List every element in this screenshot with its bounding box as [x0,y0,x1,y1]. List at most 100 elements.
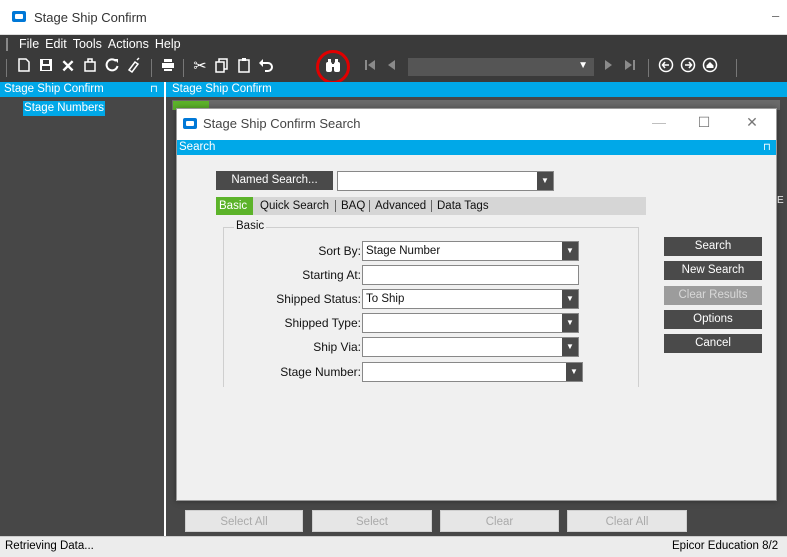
first-record-icon[interactable] [360,57,380,77]
menu-edit[interactable]: Edit [42,37,70,51]
tab-divider [431,200,432,212]
status-message: Retrieving Data... [5,540,94,552]
tab-data-tags[interactable]: Data Tags [433,197,493,215]
toolbar-divider [183,59,184,77]
sort-by-combo[interactable]: Stage Number ▼ [362,241,579,261]
chevron-down-icon[interactable]: ▼ [562,242,578,260]
dialog-search-bar-label: Search [179,141,216,153]
shipped-status-combo[interactable]: To Ship ▼ [362,289,579,309]
starting-at-label: Starting At: [302,268,361,282]
back-icon[interactable] [656,57,676,77]
clear-results-button[interactable]: Clear Results [664,286,762,305]
tree-item-stage-numbers[interactable]: Stage Numbers [23,101,105,116]
cut-icon[interactable]: ✂ [190,57,210,77]
tree-panel [0,82,164,536]
dialog-app-icon [183,118,197,129]
toolbar-divider [736,59,737,77]
tab-advanced[interactable]: Advanced [371,197,430,215]
menu-bar: File Edit Tools Actions Help [0,35,787,53]
menu-help[interactable]: Help [152,37,184,51]
shipped-status-value: To Ship [366,293,405,305]
named-search-combo[interactable]: ▼ [337,171,554,191]
print-icon[interactable] [158,57,178,77]
dialog-title: Stage Ship Confirm Search [203,116,361,131]
starting-at-input[interactable] [362,265,579,285]
forward-icon[interactable] [678,57,698,77]
chevron-down-icon[interactable]: ▼ [566,363,582,381]
home-icon[interactable] [700,57,720,77]
sort-by-value: Stage Number [366,245,441,257]
tab-basic[interactable]: Basic [216,197,253,215]
dialog-title-bar: Stage Ship Confirm Search — ☐ ✕ [177,109,776,140]
menu-actions[interactable]: Actions [105,37,152,51]
select-button[interactable]: Select [312,510,432,532]
toolbar-grip [6,59,7,77]
options-button[interactable]: Options [664,310,762,329]
tab-quick-search[interactable]: Quick Search [256,197,333,215]
search-tab-strip: Basic Quick Search BAQ Advanced Data Tag… [216,197,646,215]
window-title-bar: Stage Ship Confirm – [0,0,787,35]
ship-via-combo[interactable]: ▼ [362,337,579,357]
shipped-type-combo[interactable]: ▼ [362,313,579,333]
search-dialog: Stage Ship Confirm Search — ☐ ✕ Search ⊓… [176,108,777,501]
status-company: Epicor Education 8/2 [672,540,779,552]
last-record-icon[interactable] [620,57,640,77]
stage-number-combo[interactable]: ▼ [362,362,583,382]
save-icon[interactable] [36,57,56,77]
pin-icon[interactable]: ⊓ [150,82,158,97]
paste-icon[interactable] [234,57,254,77]
new-icon[interactable] [14,57,34,77]
refresh-icon[interactable] [102,57,122,77]
toolbar-divider [648,59,649,77]
sort-by-label: Sort By: [318,244,361,258]
search-highlight-circle [316,50,350,84]
tree-panel-header: Stage Ship Confirm ⊓ [0,82,164,97]
undo-icon[interactable] [256,57,276,77]
minimize-button[interactable]: – [772,8,779,23]
clear-icon[interactable] [124,57,144,77]
tab-divider [335,200,336,212]
tab-divider [369,200,370,212]
pin-icon[interactable]: ⊓ [763,140,771,155]
tree-panel-title: Stage Ship Confirm [4,83,104,95]
menu-file[interactable]: File [16,37,42,51]
stage-number-label: Stage Number: [280,365,361,379]
window-title: Stage Ship Confirm [34,10,147,25]
dialog-close-button[interactable]: ✕ [742,114,762,131]
shipped-type-label: Shipped Type: [284,316,361,330]
dialog-body: Named Search... ▼ Basic Quick Search BAQ… [177,155,776,500]
previous-record-icon[interactable] [382,57,402,77]
chevron-down-icon: ▼ [578,60,588,71]
record-navigator-combo[interactable]: ▼ [408,58,594,76]
menu-grip [6,38,8,51]
next-record-icon[interactable] [598,57,618,77]
menu-tools[interactable]: Tools [70,37,105,51]
basic-group-label: Basic [234,220,267,232]
toolbar: ✕ ✂ ▼ [0,50,787,84]
chevron-down-icon[interactable]: ▼ [537,172,553,190]
shipped-status-label: Shipped Status: [276,292,361,306]
cancel-button[interactable]: Cancel [664,334,762,353]
clear-all-button[interactable]: Clear All [567,510,687,532]
named-search-button[interactable]: Named Search... [216,171,333,190]
chevron-down-icon[interactable]: ▼ [562,338,578,356]
chevron-down-icon[interactable]: ▼ [562,314,578,332]
toolbar-divider [151,59,152,77]
status-bar: Retrieving Data... Epicor Education 8/2 [0,536,787,557]
copy-icon[interactable] [212,57,232,77]
main-panel-header: Stage Ship Confirm [166,82,787,97]
clear-button[interactable]: Clear [440,510,559,532]
dialog-search-bar: Search ⊓ [177,140,776,155]
chevron-down-icon[interactable]: ▼ [562,290,578,308]
tab-baq[interactable]: BAQ [337,197,369,215]
app-icon [12,11,26,22]
attach-icon[interactable] [80,57,100,77]
new-search-button[interactable]: New Search [664,261,762,280]
ship-via-label: Ship Via: [313,340,361,354]
dialog-minimize-button[interactable]: — [649,114,669,130]
dialog-maximize-button[interactable]: ☐ [694,114,714,131]
main-edge-label: E [777,195,784,206]
search-button[interactable]: Search [664,237,762,256]
select-all-button[interactable]: Select All [185,510,303,532]
delete-icon[interactable]: ✕ [58,57,78,77]
